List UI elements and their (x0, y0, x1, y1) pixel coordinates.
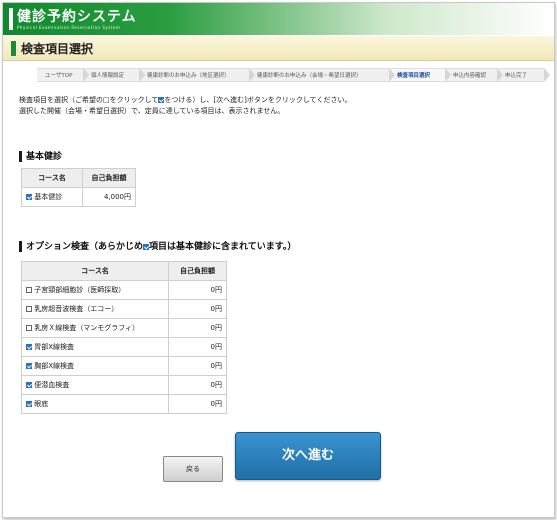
option-section-heading: オプション検査（あらかじめ 項目は基本健診に含まれています。） (19, 239, 296, 252)
instruction-text-a: 検査項目を選択（ご希望の□をクリックして (19, 96, 159, 104)
progress-steps: ユーザTOP 個人情報設定 健康診断のお申込み（地区選択） 健康診断のお申込み（… (37, 68, 550, 82)
step-venue-date-select: 健康診断のお申込み（会場・希望日選択） (249, 68, 395, 82)
option-heading-text-a: オプション検査（あらかじめ (26, 242, 144, 252)
instructions: 検査項目を選択（ご希望の□をクリックして をつける）し、[次へ進む]ボタンをクリッ… (19, 95, 351, 117)
course-checkbox[interactable] (26, 306, 32, 312)
course-cell: 眼底 (21, 394, 169, 414)
column-course: コース名 (21, 168, 83, 188)
step-label: ユーザTOP (45, 73, 73, 79)
option-heading-text-b: 項目は基本健診に含まれています。） (149, 242, 297, 252)
option-table: コース名 自己負担額 子宮頸部細胞診（医師採取） 0円 乳房超音波検査（エコー）… (21, 261, 227, 414)
course-checkbox[interactable] (26, 194, 32, 200)
logo-title: 健診予約システム (17, 9, 137, 25)
column-amount: 自己負担額 (168, 261, 227, 281)
amount-cell: 0円 (168, 318, 227, 338)
course-checkbox[interactable] (26, 287, 32, 293)
basic-section-heading: 基本健診 (19, 149, 62, 162)
amount-cell: 0円 (168, 356, 227, 376)
amount-cell: 0円 (168, 337, 227, 357)
step-label: 検査項目選択 (397, 73, 431, 79)
course-cell: 胸部X線検査 (21, 356, 169, 376)
course-cell: 子宮頸部細胞診（医師採取） (21, 280, 169, 300)
heading-bar (19, 151, 22, 162)
app-window: 健診予約システム Physical Examination Reservatio… (2, 2, 555, 518)
title-accent-bar (11, 41, 16, 56)
course-name: 乳房超音波検査（エコー） (34, 305, 119, 313)
course-checkbox[interactable] (26, 344, 32, 350)
step-confirm: 申込内容確認 (445, 68, 503, 82)
table-row: 便潜血検査 0円 (21, 375, 227, 395)
table-row: 子宮頸部細胞診（医師採取） 0円 (21, 280, 227, 300)
course-cell: 乳房超音波検査（エコー） (21, 299, 169, 319)
step-label: 健康診断のお申込み（会場・希望日選択） (257, 73, 362, 79)
table-row: 乳房超音波検査（エコー） 0円 (21, 299, 227, 319)
step-item-select: 検査項目選択 (389, 68, 451, 82)
heading-bar (19, 241, 22, 252)
table-header-row: コース名 自己負担額 (21, 168, 136, 188)
amount-cell: 0円 (168, 394, 227, 414)
next-button[interactable]: 次へ進む (235, 432, 381, 480)
amount-cell: 0円 (168, 280, 227, 300)
table-row: 乳房Ｘ線検査（マンモグラフィ） 0円 (21, 318, 227, 338)
instruction-text-b: をつける）し、[次へ進む]ボタンをクリックしてください。 (164, 96, 352, 104)
checkbox-sample-icon (158, 97, 165, 103)
step-user-top: ユーザTOP (37, 68, 89, 82)
course-name: 眼底 (34, 400, 49, 408)
course-checkbox[interactable] (26, 363, 32, 369)
amount-cell: 0円 (168, 299, 227, 319)
basic-heading-text: 基本健診 (26, 152, 63, 162)
course-name: 子宮頸部細胞診（医師採取） (34, 286, 126, 294)
basic-table: コース名 自己負担額 基本健診 4,000円 (21, 168, 136, 207)
checkbox-sample-icon (143, 243, 150, 250)
course-name: 胸部X線検査 (34, 362, 75, 370)
table-row: 眼底 0円 (21, 394, 227, 414)
step-label: 申込内容確認 (453, 73, 487, 79)
step-complete: 申込完了 (497, 68, 550, 82)
course-name: 胃部X線検査 (34, 343, 75, 351)
instruction-line-2: 選択した開催（会場・希望日選択）で、定員に達している項目は、表示されません。 (19, 107, 285, 115)
step-label: 申込完了 (505, 73, 528, 79)
page-title: 検査項目選択 (21, 42, 94, 56)
amount-cell: 4,000円 (82, 187, 136, 207)
table-row: 胸部X線検査 0円 (21, 356, 227, 376)
step-label: 個人情報設定 (91, 73, 125, 79)
course-checkbox[interactable] (26, 401, 32, 407)
course-cell: 胃部X線検査 (21, 337, 169, 357)
logo-mark (9, 8, 13, 30)
course-cell: 基本健診 (21, 187, 83, 207)
table-row: 胃部X線検査 0円 (21, 337, 227, 357)
step-label: 健康診断のお申込み（地区選択） (147, 73, 230, 79)
course-checkbox[interactable] (26, 382, 32, 388)
course-cell: 便潜血検査 (21, 375, 169, 395)
column-amount: 自己負担額 (82, 168, 136, 188)
instruction-line-1: 検査項目を選択（ご希望の□をクリックして をつける）し、[次へ進む]ボタンをクリッ… (19, 95, 351, 106)
column-course: コース名 (21, 261, 169, 281)
course-checkbox[interactable] (26, 325, 32, 331)
course-name: 乳房Ｘ線検査（マンモグラフィ） (34, 324, 140, 332)
back-button[interactable]: 戻る (163, 456, 223, 482)
step-area-select: 健康診断のお申込み（地区選択） (139, 68, 255, 82)
step-personal-info: 個人情報設定 (83, 68, 145, 82)
table-row: 基本健診 4,000円 (21, 187, 136, 207)
course-name: 便潜血検査 (34, 381, 70, 389)
amount-cell: 0円 (168, 375, 227, 395)
course-cell: 乳房Ｘ線検査（マンモグラフィ） (21, 318, 169, 338)
table-header-row: コース名 自己負担額 (21, 261, 227, 281)
logo-banner: 健診予約システム Physical Examination Reservatio… (3, 3, 554, 35)
course-name: 基本健診 (34, 193, 63, 201)
logo-subtitle: Physical Examination Reservation System (17, 25, 121, 30)
page-header: 検査項目選択 (3, 36, 554, 61)
